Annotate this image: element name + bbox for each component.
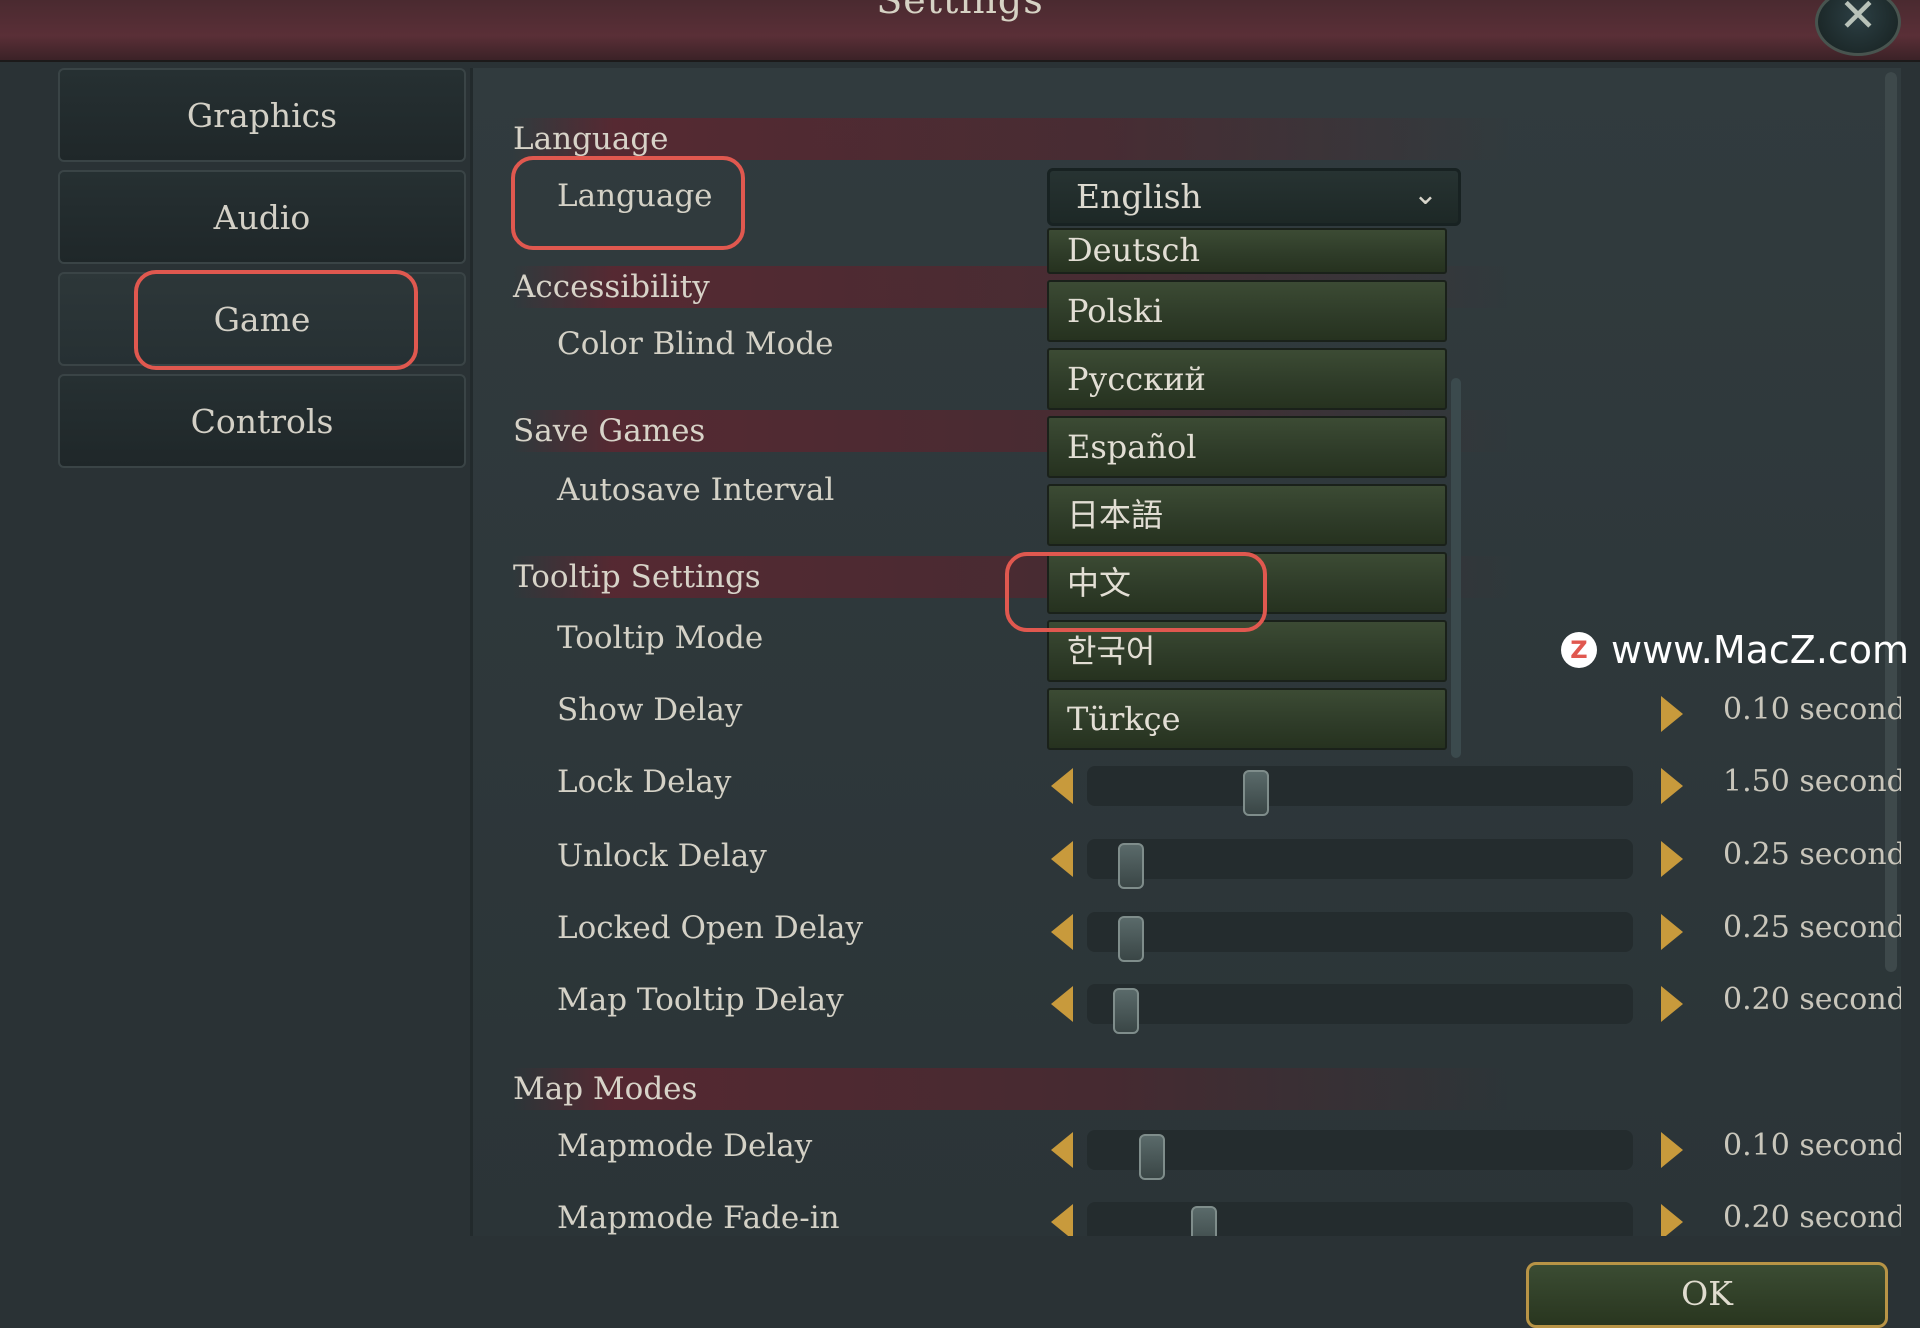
highlight-language-label	[511, 156, 745, 250]
slider-track[interactable]	[1087, 912, 1633, 962]
slider-track[interactable]	[1087, 1202, 1633, 1236]
increase-arrow-icon[interactable]	[1661, 914, 1683, 950]
increase-arrow-icon[interactable]	[1661, 1204, 1683, 1236]
tab-label: Controls	[190, 401, 334, 441]
slider-thumb[interactable]	[1191, 1206, 1217, 1236]
lock-delay-slider[interactable]: 1.50 seconds	[1051, 758, 1901, 816]
language-option-turkish[interactable]: Türkçe	[1047, 688, 1447, 750]
section-header-map-modes: Map Modes	[513, 1068, 1513, 1110]
increase-arrow-icon[interactable]	[1661, 1132, 1683, 1168]
tab-audio[interactable]: Audio	[58, 170, 466, 264]
watermark: Z www.MacZ.com	[1561, 628, 1909, 672]
color-blind-mode-label: Color Blind Mode	[557, 326, 834, 362]
slider-value: 0.10 seconds	[1723, 1128, 1901, 1163]
autosave-interval-label: Autosave Interval	[557, 472, 835, 508]
chevron-down-icon: ⌄	[1412, 177, 1438, 212]
slider-value: 1.50 seconds	[1723, 764, 1901, 799]
locked-open-delay-slider[interactable]: 0.25 seconds	[1051, 904, 1901, 962]
dropdown-scrollbar[interactable]	[1451, 378, 1461, 758]
slider-value: 0.25 seconds	[1723, 837, 1901, 872]
decrease-arrow-icon[interactable]	[1051, 1132, 1073, 1168]
watermark-text: www.MacZ.com	[1611, 628, 1910, 672]
unlock-delay-slider[interactable]: 0.25 seconds	[1051, 831, 1901, 889]
increase-arrow-icon[interactable]	[1661, 768, 1683, 804]
mapmode-delay-slider[interactable]: 0.10 seconds	[1051, 1122, 1901, 1180]
language-option-russian[interactable]: Русский	[1047, 348, 1447, 410]
increase-arrow-icon[interactable]	[1661, 841, 1683, 877]
tab-graphics[interactable]: Graphics	[58, 68, 466, 162]
window-title: Settings	[876, 0, 1044, 22]
language-option-espanol[interactable]: Español	[1047, 416, 1447, 478]
slider-value: 0.20 seconds	[1723, 982, 1901, 1017]
decrease-arrow-icon[interactable]	[1051, 986, 1073, 1022]
highlight-chinese-option	[1005, 552, 1267, 632]
language-option-deutsch[interactable]: Deutsch	[1047, 228, 1447, 274]
slider-thumb[interactable]	[1118, 843, 1144, 889]
decrease-arrow-icon[interactable]	[1051, 1204, 1073, 1236]
slider-thumb[interactable]	[1118, 916, 1144, 962]
slider-value: 0.20 seconds	[1723, 1200, 1901, 1235]
slider-thumb[interactable]	[1113, 988, 1139, 1034]
mapmode-fade-in-slider[interactable]: 0.20 seconds	[1051, 1194, 1901, 1236]
decrease-arrow-icon[interactable]	[1051, 914, 1073, 950]
language-option-japanese[interactable]: 日本語	[1047, 484, 1447, 546]
decrease-arrow-icon[interactable]	[1051, 841, 1073, 877]
slider-track[interactable]	[1087, 839, 1633, 889]
map-tooltip-delay-slider[interactable]: 0.20 seconds	[1051, 976, 1901, 1034]
ok-button[interactable]: OK	[1526, 1262, 1888, 1328]
mapmode-delay-label: Mapmode Delay	[557, 1128, 813, 1164]
increase-arrow-icon[interactable]	[1661, 986, 1683, 1022]
unlock-delay-label: Unlock Delay	[557, 838, 767, 874]
decrease-arrow-icon[interactable]	[1051, 768, 1073, 804]
section-header-language: Language	[513, 118, 1513, 160]
title-bar: Settings ✕	[0, 0, 1920, 62]
close-icon[interactable]: ✕	[1815, 0, 1901, 56]
macz-logo-icon: Z	[1561, 632, 1597, 668]
language-selected-value: English	[1076, 177, 1202, 216]
slider-track[interactable]	[1087, 766, 1633, 816]
language-option-polski[interactable]: Polski	[1047, 280, 1447, 342]
increase-arrow-icon[interactable]	[1661, 696, 1683, 732]
tooltip-mode-label: Tooltip Mode	[557, 620, 764, 656]
slider-thumb[interactable]	[1139, 1134, 1165, 1180]
map-tooltip-delay-label: Map Tooltip Delay	[557, 982, 844, 1018]
tab-label: Audio	[213, 197, 311, 237]
tab-controls[interactable]: Controls	[58, 374, 466, 468]
show-delay-label: Show Delay	[557, 692, 743, 728]
language-dropdown-list[interactable]: Deutsch Polski Русский Español 日本語 中文 한국…	[1047, 228, 1465, 758]
highlight-game-tab	[134, 270, 418, 370]
slider-value: 0.10 seconds	[1723, 692, 1901, 727]
tab-label: Graphics	[186, 95, 338, 135]
slider-track[interactable]	[1087, 984, 1633, 1034]
lock-delay-label: Lock Delay	[557, 764, 732, 800]
slider-track[interactable]	[1087, 1130, 1633, 1180]
locked-open-delay-label: Locked Open Delay	[557, 910, 863, 946]
slider-thumb[interactable]	[1243, 770, 1269, 816]
slider-value: 0.25 seconds	[1723, 910, 1901, 945]
mapmode-fade-in-label: Mapmode Fade-in	[557, 1200, 840, 1236]
language-select[interactable]: English ⌄	[1047, 168, 1461, 226]
